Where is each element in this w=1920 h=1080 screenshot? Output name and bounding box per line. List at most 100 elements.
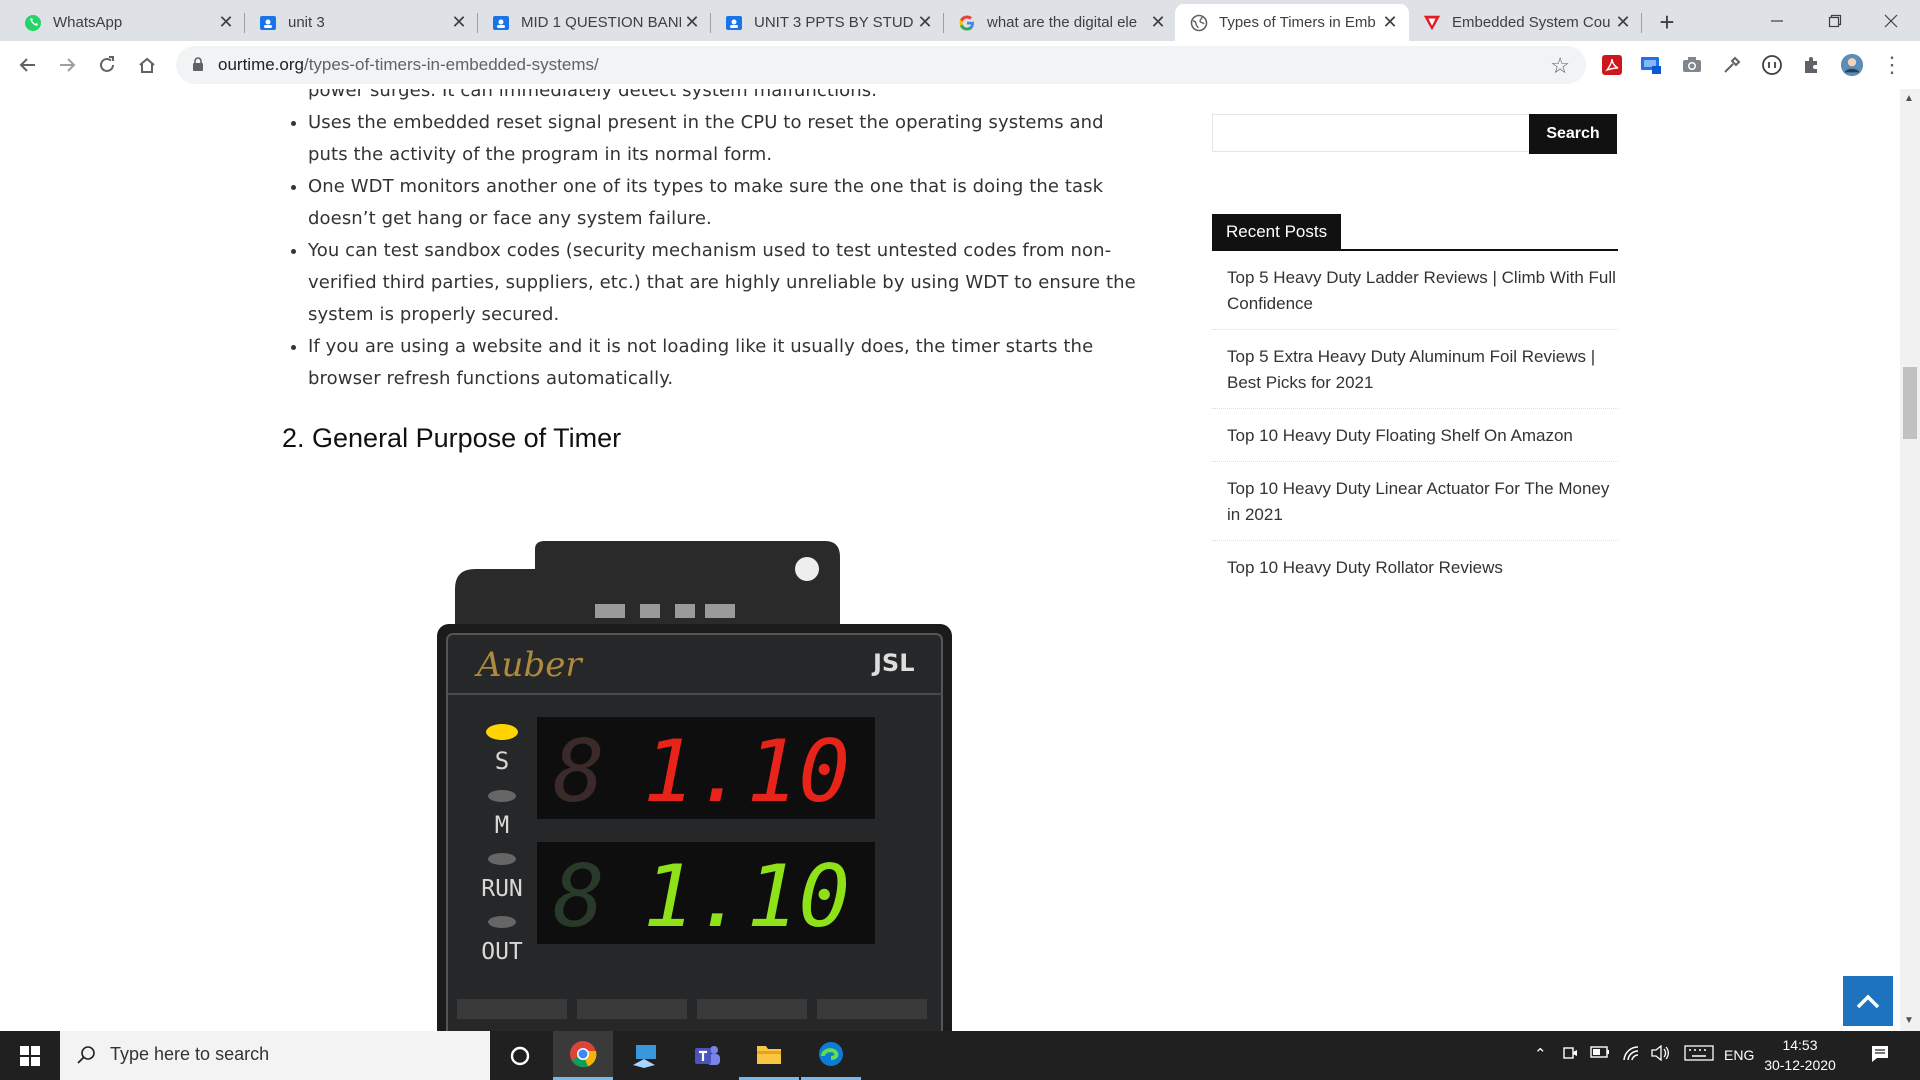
close-tab-icon[interactable]: ✕ — [1612, 12, 1634, 34]
home-button[interactable] — [131, 49, 163, 81]
taskbar-search-box[interactable]: Type here to search — [60, 1031, 490, 1080]
screen-capture-icon[interactable] — [1639, 53, 1663, 77]
reload-button[interactable] — [91, 49, 123, 81]
close-tab-icon[interactable]: ✕ — [448, 12, 470, 34]
indicator-led — [488, 916, 516, 928]
language-indicator[interactable]: ENG — [1724, 1047, 1754, 1063]
minimize-icon — [1771, 19, 1783, 22]
list-item: If you are using a website and it is not… — [308, 331, 1142, 395]
google-icon — [958, 14, 976, 32]
indicator-led — [486, 724, 518, 740]
minimize-button[interactable] — [1748, 0, 1806, 41]
tab-title: Embedded System Cou — [1452, 14, 1611, 31]
close-tab-icon[interactable]: ✕ — [681, 12, 703, 34]
tab-title: WhatsApp — [53, 14, 123, 31]
tab-title: unit 3 — [288, 14, 325, 31]
adobe-acrobat-icon[interactable] — [1600, 53, 1624, 77]
taskbar-connect[interactable] — [616, 1031, 676, 1080]
cortana-button[interactable] — [490, 1031, 550, 1080]
windows-logo-icon — [20, 1045, 40, 1066]
close-tab-icon[interactable]: ✕ — [1379, 12, 1401, 34]
meet-now-icon[interactable] — [1562, 1045, 1578, 1065]
chevron-up-icon — [1856, 994, 1880, 1009]
tab-google-search[interactable]: what are the digital ele ✕ — [944, 4, 1177, 41]
taskbar-file-explorer[interactable] — [739, 1031, 799, 1080]
address-bar[interactable]: ourtime.org/types-of-timers-in-embedded-… — [176, 46, 1586, 84]
connect-app-icon — [633, 1044, 656, 1068]
system-clock[interactable]: 14:53 30-12-2020 — [1752, 1035, 1848, 1075]
close-tab-icon[interactable]: ✕ — [215, 12, 237, 34]
close-tab-icon[interactable]: ✕ — [914, 12, 936, 34]
profile-avatar[interactable] — [1840, 53, 1864, 77]
tab-separator — [1641, 13, 1642, 33]
tab-types-of-timers[interactable]: Types of Timers in Emb ✕ — [1175, 4, 1409, 41]
windows-taskbar: Type here to search ⌃ ENG 14:53 30-12-20… — [0, 1031, 1920, 1080]
watchdog-uses-list: power surges. It can immediately detect … — [282, 89, 1142, 395]
back-button[interactable] — [12, 49, 44, 81]
chrome-icon — [570, 1041, 597, 1068]
tab-title: MID 1 QUESTION BANK — [521, 14, 681, 31]
chrome-menu-icon[interactable]: ⋮ — [1880, 52, 1904, 77]
classroom-icon — [725, 14, 743, 32]
search-button[interactable]: Search — [1529, 114, 1617, 154]
scroll-up-icon[interactable]: ▲ — [1904, 93, 1914, 104]
url-host: ourtime.org — [218, 55, 304, 74]
grammar-extension-icon[interactable] — [1760, 53, 1784, 77]
recent-post-link[interactable]: Top 10 Heavy Duty Floating Shelf On Amaz… — [1212, 423, 1618, 462]
recent-post-link[interactable]: Top 10 Heavy Duty Linear Actuator For Th… — [1212, 476, 1618, 541]
keyboard-icon[interactable] — [1684, 1045, 1714, 1065]
recent-post-link[interactable]: Top 10 Heavy Duty Rollator Reviews — [1212, 555, 1618, 593]
notification-center-icon[interactable] — [1870, 1044, 1890, 1068]
classroom-icon — [492, 14, 510, 32]
battery-icon[interactable] — [1590, 1045, 1610, 1063]
new-tab-button[interactable]: + — [1653, 7, 1681, 37]
recent-posts-list: Top 5 Heavy Duty Ladder Reviews | Climb … — [1212, 265, 1618, 607]
top-display-value: 1.10 — [643, 722, 850, 822]
start-button[interactable] — [0, 1031, 60, 1080]
scroll-thumb[interactable] — [1903, 367, 1917, 439]
list-item: You can test sandbox codes (security mec… — [308, 235, 1142, 331]
search-icon — [77, 1046, 95, 1064]
scroll-down-icon[interactable]: ▼ — [1904, 1015, 1914, 1026]
camera-icon[interactable] — [1680, 53, 1704, 77]
lock-icon — [192, 57, 204, 77]
restore-button[interactable] — [1806, 0, 1864, 41]
extensions-puzzle-icon[interactable] — [1800, 53, 1824, 77]
page-scrollbar[interactable]: ▲ ▼ — [1900, 89, 1920, 1031]
web-page: power surges. It can immediately detect … — [0, 89, 1900, 1031]
tab-strip: WhatsApp ✕ unit 3 ✕ MID 1 QUESTION BANK … — [0, 0, 1920, 41]
vlsi-icon — [1423, 14, 1441, 32]
tab-unit-3[interactable]: unit 3 ✕ — [245, 4, 478, 41]
section-heading: 2. General Purpose of Timer — [282, 423, 622, 453]
sidebar-search-input[interactable] — [1212, 114, 1530, 152]
bookmark-star-icon[interactable]: ☆ — [1550, 53, 1570, 79]
reload-icon — [100, 56, 114, 72]
tab-embedded-system-course[interactable]: Embedded System Cou ✕ — [1409, 4, 1642, 41]
clock-time: 14:53 — [1782, 1037, 1818, 1053]
taskbar-chrome[interactable] — [553, 1031, 613, 1080]
recent-post-link[interactable]: Top 5 Extra Heavy Duty Aluminum Foil Rev… — [1212, 344, 1618, 409]
wifi-icon[interactable] — [1622, 1045, 1642, 1065]
whatsapp-icon — [24, 14, 42, 32]
list-item: One WDT monitors another one of its type… — [308, 171, 1142, 235]
svg-text:8: 8 — [553, 722, 605, 822]
taskbar-teams[interactable] — [677, 1031, 737, 1080]
show-hidden-icons[interactable]: ⌃ — [1534, 1045, 1547, 1063]
back-to-top-button[interactable] — [1843, 976, 1893, 1026]
volume-icon[interactable] — [1650, 1044, 1670, 1065]
close-window-button[interactable] — [1862, 0, 1920, 41]
svg-text:8: 8 — [553, 847, 605, 947]
tab-mid-1-question-bank[interactable]: MID 1 QUESTION BANK ✕ — [478, 4, 711, 41]
bottom-display-value: 1.10 — [643, 847, 850, 947]
recent-post-link[interactable]: Top 5 Heavy Duty Ladder Reviews | Climb … — [1212, 265, 1618, 330]
recent-posts-heading: Recent Posts — [1212, 214, 1342, 250]
tab-whatsapp[interactable]: WhatsApp ✕ — [0, 4, 245, 41]
close-tab-icon[interactable]: ✕ — [1147, 12, 1169, 34]
indicator-label: M — [495, 811, 509, 839]
eyedropper-icon[interactable] — [1720, 53, 1744, 77]
taskbar-edge[interactable] — [801, 1031, 861, 1080]
tab-unit-3-ppts[interactable]: UNIT 3 PPTS BY STUDENTS ✕ — [711, 4, 944, 41]
teams-icon — [695, 1045, 720, 1065]
forward-button[interactable] — [51, 49, 83, 81]
cortana-icon — [510, 1046, 530, 1065]
